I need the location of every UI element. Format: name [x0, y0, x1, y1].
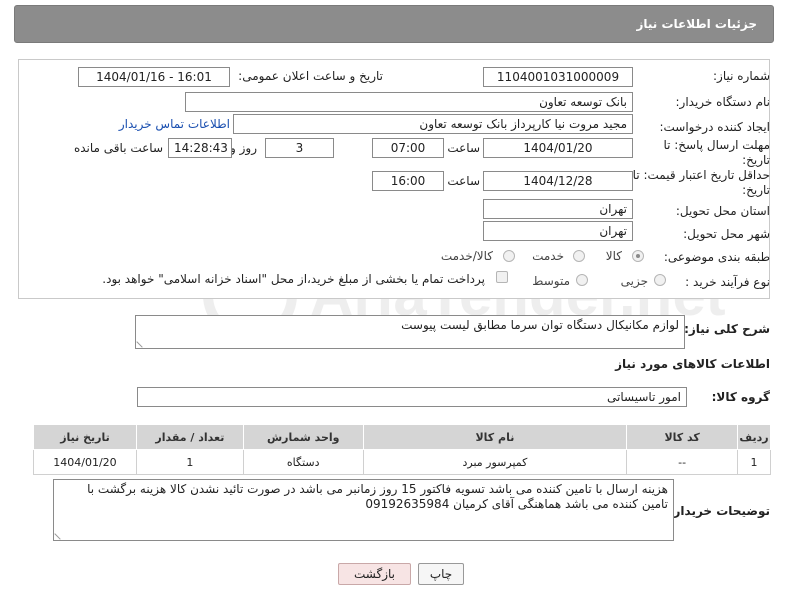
category-radio-goods[interactable]	[632, 250, 644, 262]
buyer-contact-link[interactable]: اطلاعات تماس خریدار	[119, 117, 230, 131]
description-text: لوازم مکانیکال دستگاه توان سرما مطابق لی…	[401, 318, 679, 332]
resize-grip-icon[interactable]	[136, 336, 148, 348]
announce-label: تاریخ و ساعت اعلان عمومی:	[238, 69, 383, 83]
table-row: 1 -- کمپرسور مبرد دستگاه 1 1404/01/20	[33, 449, 771, 475]
creator-field[interactable]: مجید مروت نیا کارپرداز بانک توسعه تعاون	[233, 114, 633, 134]
back-button[interactable]: بازگشت	[338, 563, 411, 585]
description-textarea[interactable]: لوازم مکانیکال دستگاه توان سرما مطابق لی…	[135, 315, 685, 349]
goods-group-field[interactable]: امور تاسیساتی	[137, 387, 687, 407]
deadline-date-field[interactable]: 1404/01/20	[483, 138, 633, 158]
cell-unit: دستگاه	[242, 449, 364, 475]
category-option-service: خدمت	[532, 249, 564, 263]
validity-label: حداقل تاریخ اعتبار قیمت: تا تاریخ:	[632, 168, 770, 197]
province-label: استان محل تحویل:	[675, 204, 770, 218]
deadline-label: مهلت ارسال پاسخ: تا تاریخ:	[663, 138, 770, 167]
announce-datetime-field[interactable]: 1404/01/16 - 16:01	[78, 67, 230, 87]
buyer-org-field[interactable]: بانک توسعه تعاون	[185, 92, 633, 112]
city-field[interactable]: تهران	[483, 221, 633, 241]
cell-quantity: 1	[135, 449, 244, 475]
description-label: شرح کلی نیاز:	[684, 322, 770, 336]
col-goods-code: کد کالا	[626, 424, 739, 450]
goods-table-header: ردیف کد کالا نام کالا واحد شمارش تعداد /…	[33, 424, 771, 450]
process-label: نوع فرآیند خرید :	[685, 275, 770, 289]
page-header: جزئیات اطلاعات نیاز	[14, 5, 774, 43]
validity-time-field[interactable]: 16:00	[372, 171, 444, 191]
buyer-notes-text: هزینه ارسال با تامین کننده می باشد تسویه…	[87, 482, 668, 511]
goods-table: ردیف کد کالا نام کالا واحد شمارش تعداد /…	[33, 424, 771, 475]
col-need-date: تاریخ نیاز	[33, 424, 137, 450]
col-goods-name: نام کالا	[362, 424, 628, 450]
col-row-number: ردیف	[737, 424, 771, 450]
category-label: طبقه بندی موضوعی:	[663, 250, 770, 264]
process-radio-minor[interactable]	[654, 274, 666, 286]
goods-section-title: اطلاعات کالاهای مورد نیاز	[615, 357, 770, 371]
buyer-org-label: نام دستگاه خریدار:	[675, 95, 771, 109]
remaining-time-label: ساعت باقی مانده	[73, 141, 163, 155]
print-button[interactable]: چاپ	[418, 563, 464, 585]
process-radio-medium[interactable]	[576, 274, 588, 286]
cell-goods-code: --	[626, 449, 739, 475]
treasury-payment-note: پرداخت تمام یا بخشی از مبلغ خرید،از محل …	[102, 272, 485, 286]
cell-goods-name: کمپرسور مبرد	[362, 449, 628, 475]
days-label: روز و	[230, 141, 257, 155]
province-field[interactable]: تهران	[483, 199, 633, 219]
deadline-time-field[interactable]: 07:00	[372, 138, 444, 158]
treasury-payment-checkbox[interactable]	[496, 271, 508, 283]
process-option-medium: متوسط	[532, 274, 570, 288]
days-field[interactable]: 3	[265, 138, 334, 158]
cell-row-number: 1	[737, 449, 771, 475]
validity-date-field[interactable]: 1404/12/28	[483, 171, 633, 191]
buyer-notes-textarea[interactable]: هزینه ارسال با تامین کننده می باشد تسویه…	[53, 479, 674, 541]
col-unit: واحد شمارش	[242, 424, 364, 450]
buyer-notes-label: توضیحات خریدار:	[668, 504, 770, 518]
category-option-goods-service: کالا/خدمت	[440, 249, 493, 263]
remaining-time-field[interactable]: 14:28:43	[168, 138, 232, 158]
validity-time-label: ساعت	[447, 174, 480, 188]
page-title: جزئیات اطلاعات نیاز	[636, 17, 757, 31]
need-number-field[interactable]: 1104001031000009	[483, 67, 633, 87]
category-option-goods: کالا	[605, 249, 622, 263]
resize-grip-icon[interactable]	[54, 528, 66, 540]
cell-need-date: 1404/01/20	[33, 449, 137, 475]
deadline-time-label: ساعت	[447, 141, 480, 155]
city-label: شهر محل تحویل:	[683, 227, 770, 241]
need-number-label: شماره نیاز:	[713, 69, 770, 83]
process-option-minor: جزیی	[620, 274, 648, 288]
category-radio-service[interactable]	[573, 250, 585, 262]
creator-label: ایجاد کننده درخواست:	[659, 120, 770, 134]
goods-group-label: گروه کالا:	[711, 390, 770, 404]
col-quantity: تعداد / مقدار	[135, 424, 244, 450]
category-radio-goods-service[interactable]	[503, 250, 515, 262]
